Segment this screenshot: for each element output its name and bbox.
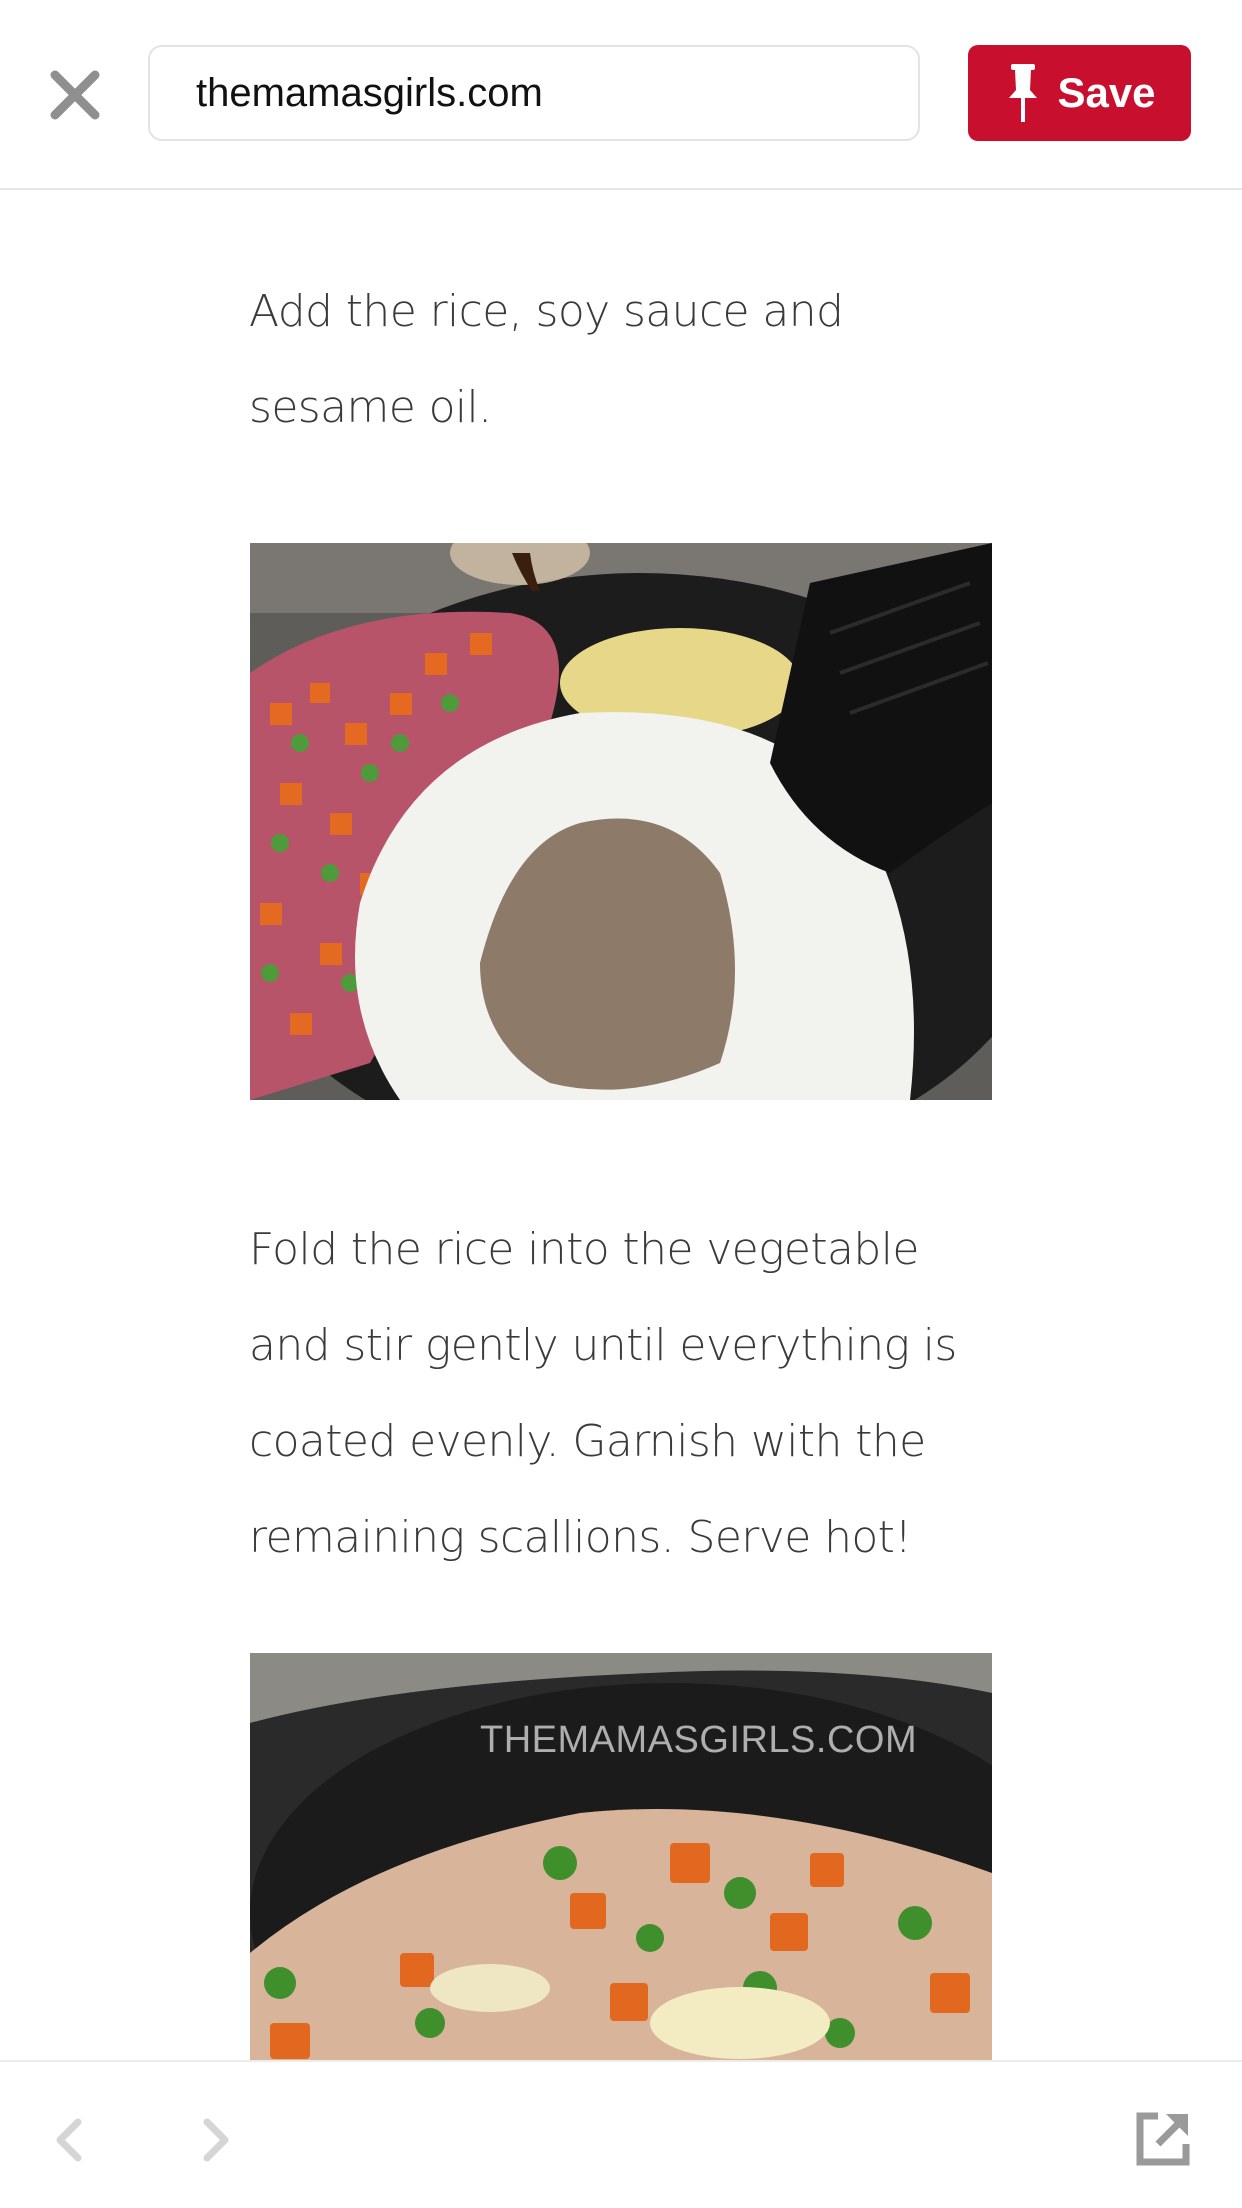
pushpin-icon <box>1009 64 1038 122</box>
photo-fried-rice: THEMAMASGIRLS.COM <box>250 1653 992 2062</box>
photo-rice-in-pan <box>250 543 992 1100</box>
url-text: themamasgirls.com <box>196 70 543 115</box>
save-button[interactable]: Save <box>968 45 1191 141</box>
save-button-label: Save <box>1057 69 1156 116</box>
article-content: Add the rice, soy sauce and sesame oil. <box>0 192 1242 2062</box>
photo-watermark: THEMAMASGIRLS.COM <box>480 1719 918 1761</box>
close-button[interactable] <box>40 60 110 130</box>
chevron-right-icon[interactable] <box>185 2110 245 2170</box>
open-external-icon[interactable] <box>1132 2108 1194 2170</box>
bottom-toolbar <box>0 2060 1242 2208</box>
chevron-left-icon[interactable] <box>40 2110 100 2170</box>
url-field[interactable]: themamasgirls.com <box>148 45 920 141</box>
step-text-add-rice: Add the rice, soy sauce and sesame oil. <box>249 286 844 433</box>
step-text-fold-rice: Fold the rice into the vegetable and sti… <box>249 1224 957 1563</box>
close-icon <box>50 70 100 120</box>
top-bar: themamasgirls.com Save <box>0 0 1242 190</box>
